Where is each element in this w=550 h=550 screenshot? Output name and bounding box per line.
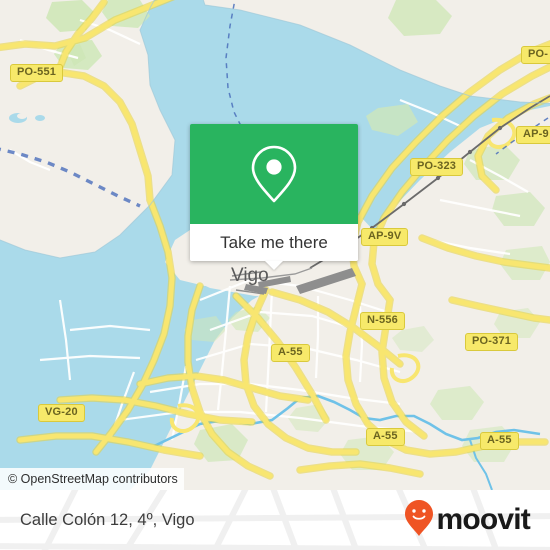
callout-tail: [265, 261, 283, 270]
take-me-there-button[interactable]: Take me there: [190, 224, 358, 270]
destination-callout[interactable]: Take me there: [190, 124, 358, 270]
road-shield-vg-20: VG-20: [38, 404, 85, 422]
moovit-logo[interactable]: moovit: [404, 499, 531, 542]
road-shield-a-55-2: A-55: [366, 428, 405, 446]
moovit-pin-icon: [404, 499, 434, 542]
road-shield-n-556: N-556: [360, 312, 405, 330]
road-shield-a-55-1: A-55: [271, 344, 310, 362]
city-label-vigo: Vigo: [231, 265, 269, 286]
take-me-there-label: Take me there: [220, 232, 328, 252]
road-shield-po-323: PO-323: [410, 158, 464, 176]
road-shield-po-371: PO-371: [465, 333, 519, 351]
map-attribution[interactable]: © OpenStreetMap contributors: [0, 468, 184, 490]
road-shield-po-551: PO-551: [10, 64, 64, 82]
road-shield-ap-9v: AP-9V: [361, 228, 409, 246]
road-shield-po: PO-: [521, 46, 550, 64]
moovit-map-screen: PO-551 PO- AP-9 PO-323 AP-9V N-556 A-55 …: [0, 0, 550, 550]
road-shield-a-55-3: A-55: [480, 432, 519, 450]
address-label: Calle Colón 12, 4º, Vigo: [20, 510, 195, 529]
footer-bar: Calle Colón 12, 4º, Vigo moovit: [0, 490, 550, 550]
moovit-wordmark: moovit: [436, 503, 530, 536]
map-pin-icon: [247, 143, 301, 205]
callout-icon-panel: [190, 124, 358, 224]
road-shield-ap-9: AP-9: [516, 126, 550, 144]
